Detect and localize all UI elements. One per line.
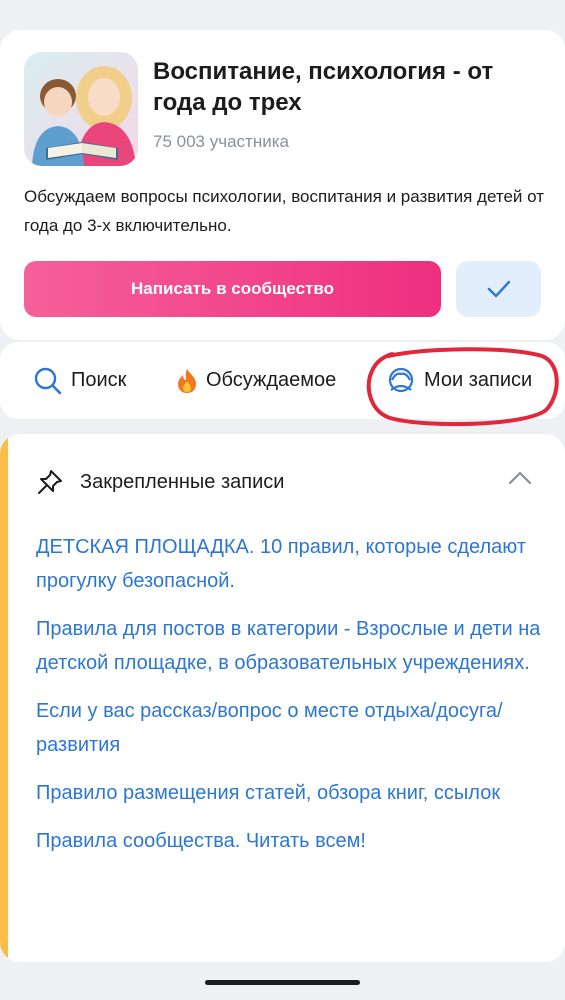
pinned-header[interactable]: Закрепленные записи (36, 464, 284, 500)
write-to-community-button[interactable]: Написать в сообщество (24, 261, 441, 317)
group-avatar[interactable] (24, 52, 138, 166)
fire-icon (176, 368, 198, 394)
group-description: Обсуждаем вопросы психологии, воспитания… (24, 187, 544, 235)
tab-discussed-label: Обсуждаемое (206, 369, 337, 391)
highlight-circle-annotation (366, 347, 559, 427)
home-indicator[interactable] (205, 980, 360, 985)
pinned-post-link[interactable]: Правила сообщества. Читать всем! (36, 824, 546, 858)
check-icon (487, 280, 510, 298)
pinned-post-link[interactable]: Правило размещения статей, обзора книг, … (36, 776, 546, 810)
search-icon (33, 366, 63, 396)
subscribed-button[interactable] (456, 261, 541, 317)
group-header-card: Воспитание, психология - от года до трех… (0, 30, 565, 340)
tab-search-label: Поиск (71, 369, 127, 391)
pinned-posts-card: Закрепленные записи ДЕТСКАЯ ПЛОЩАДКА. 10… (0, 434, 565, 962)
members-count[interactable]: 75 003 участника (153, 132, 289, 152)
pinned-posts-list: ДЕТСКАЯ ПЛОЩАДКА. 10 правил, которые сде… (36, 530, 546, 872)
pinned-title: Закрепленные записи (80, 470, 285, 493)
pinned-post-link[interactable]: Правила для постов в категории - Взрослы… (36, 612, 546, 680)
tab-discussed[interactable]: Обсуждаемое (176, 342, 336, 419)
tab-search[interactable]: Поиск (33, 342, 126, 419)
pinned-accent-bar (0, 434, 8, 962)
group-title: Воспитание, психология - от года до трех (153, 58, 494, 116)
pinned-post-link[interactable]: Если у вас рассказ/вопрос о месте отдыха… (36, 694, 546, 762)
pin-icon (36, 468, 64, 496)
group-avatar-illustration (24, 52, 138, 166)
pinned-post-link[interactable]: ДЕТСКАЯ ПЛОЩАДКА. 10 правил, которые сде… (36, 530, 546, 598)
chevron-up-icon[interactable] (507, 470, 533, 491)
